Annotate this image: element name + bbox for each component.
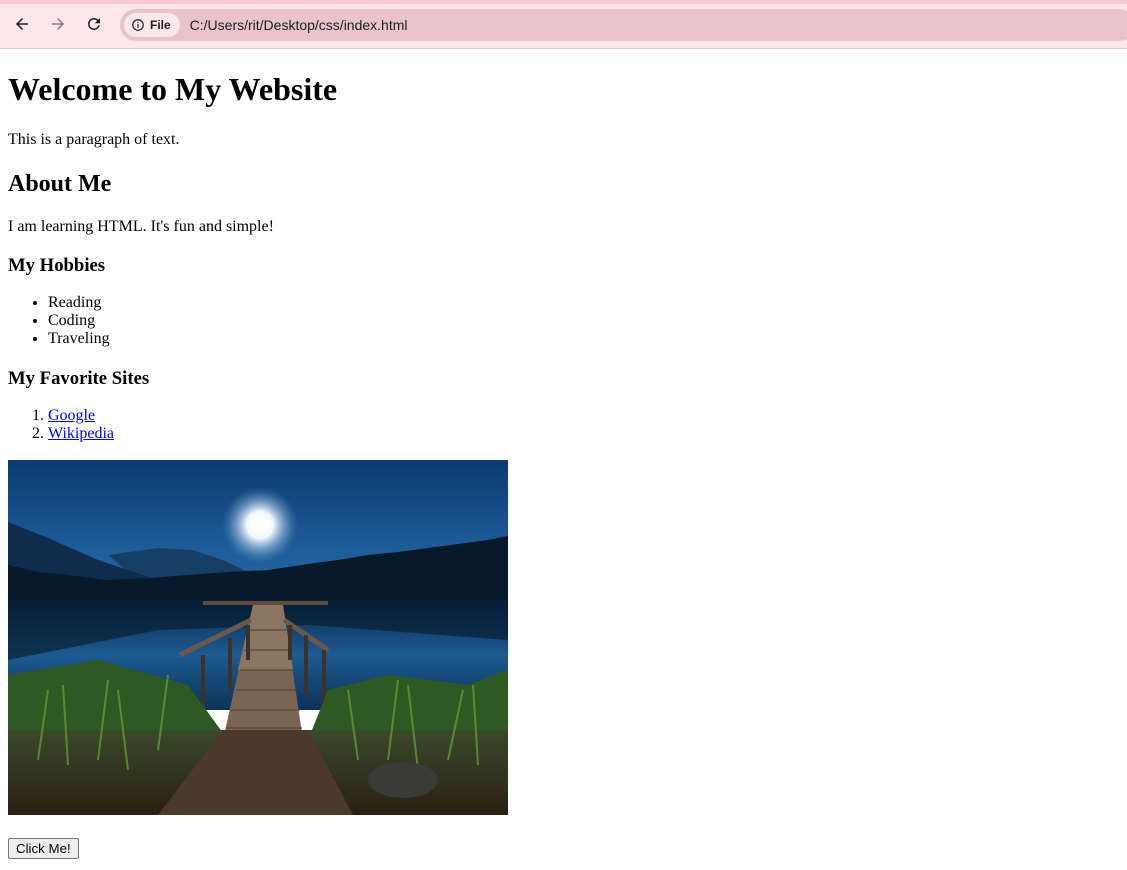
- back-button[interactable]: [9, 11, 35, 37]
- list-item: Coding: [48, 312, 1119, 330]
- reload-icon: [87, 17, 100, 30]
- page-title: Welcome to My Website: [8, 71, 338, 107]
- about-heading: About Me: [8, 171, 112, 197]
- click-me-button[interactable]: Click Me!: [8, 838, 79, 859]
- intro-paragraph: This is a paragraph of text.: [8, 131, 180, 148]
- reload-button[interactable]: [81, 11, 107, 37]
- sites-list: Google Wikipedia: [8, 390, 1119, 443]
- lake-pier-image: [8, 460, 508, 815]
- chip-label: File: [150, 18, 171, 32]
- browser-toolbar: File C:/Users/rit/Desktop/css/index.html: [0, 0, 1127, 49]
- list-item: Traveling: [48, 330, 1119, 348]
- forward-button[interactable]: [45, 11, 71, 37]
- list-item: Wikipedia: [48, 425, 1119, 443]
- hobbies-heading: My Hobbies: [8, 255, 106, 276]
- sites-heading: My Favorite Sites: [8, 368, 150, 389]
- list-item: Reading: [48, 294, 1119, 312]
- wikipedia-link[interactable]: Wikipedia: [48, 425, 114, 442]
- google-link[interactable]: Google: [48, 407, 95, 424]
- address-bar[interactable]: File C:/Users/rit/Desktop/css/index.html: [120, 9, 1127, 41]
- arrow-right-icon: [52, 18, 64, 30]
- arrow-left-icon: [16, 18, 28, 30]
- hobbies-list: Reading Coding Traveling: [8, 277, 1119, 348]
- list-item: Google: [48, 407, 1119, 425]
- site-info-chip[interactable]: File: [124, 13, 180, 37]
- about-paragraph: I am learning HTML. It's fun and simple!: [8, 218, 274, 235]
- url-text[interactable]: C:/Users/rit/Desktop/css/index.html: [190, 17, 408, 33]
- page-content: Welcome to My Website This is a paragrap…: [0, 49, 1127, 859]
- info-icon: [132, 19, 144, 31]
